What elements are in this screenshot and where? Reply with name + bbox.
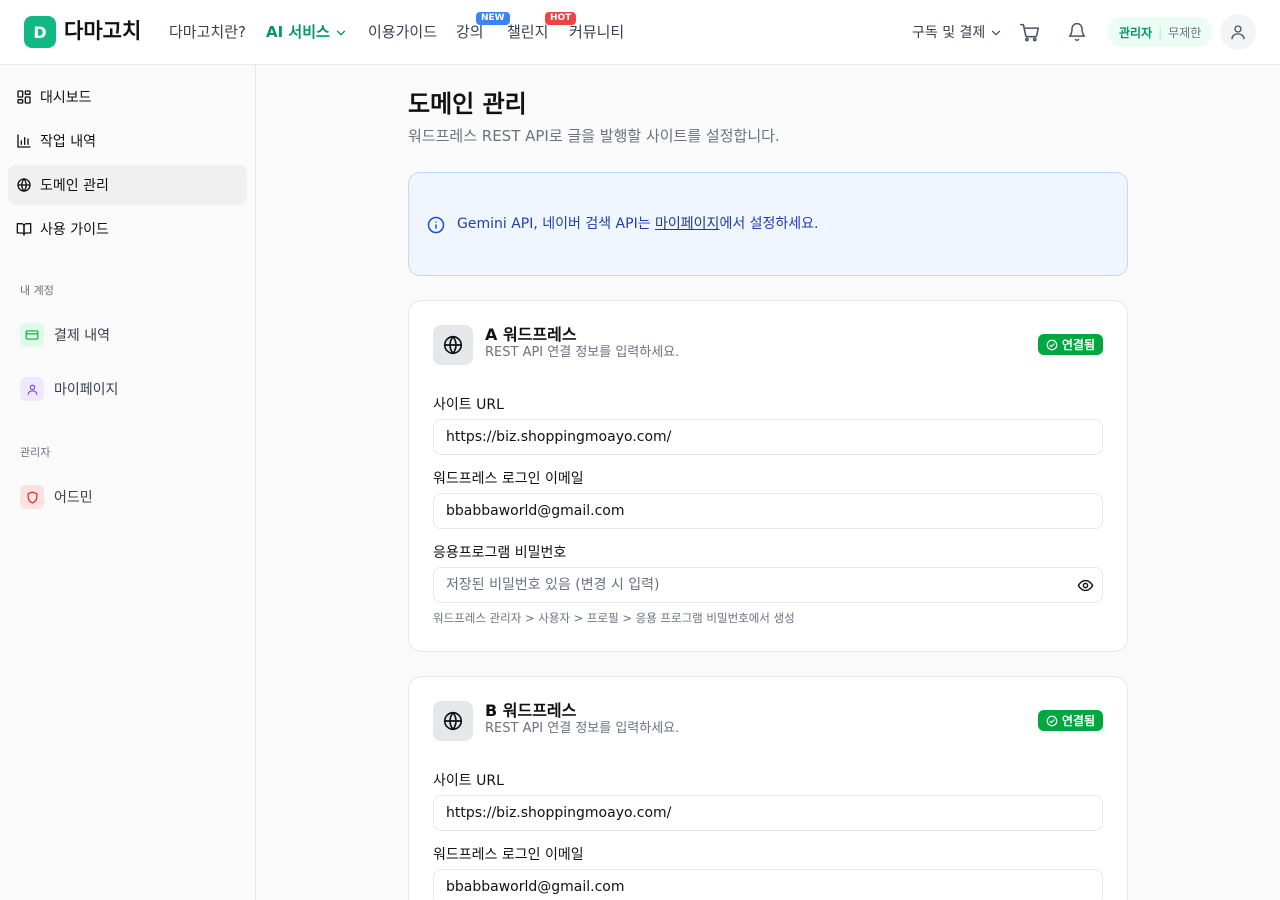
nav-challenge[interactable]: 챌린지 — [507, 21, 548, 43]
status-label: 연결됨 — [1061, 714, 1095, 728]
status-badge: 연결됨 — [1037, 334, 1103, 355]
cart-button[interactable] — [1017, 20, 1041, 44]
sidebar-item-dashboard[interactable]: 대시보드 — [8, 77, 247, 117]
sidebar-item-label: 사용 가이드 — [40, 222, 109, 238]
email-label: 워드프레스 로그인 이메일 — [433, 471, 584, 487]
bar-chart-icon — [17, 134, 31, 148]
app-password-label: 응용프로그램 비밀번호 — [433, 545, 567, 561]
card-description: REST API 연결 정보를 입력하세요. — [485, 721, 680, 736]
site-card-a: A 워드프레스 REST API 연결 정보를 입력하세요. 연결됨 사이트 U… — [408, 300, 1128, 652]
cart-icon — [1019, 23, 1039, 41]
plan-badge[interactable]: 관리자 | 무제한 — [1107, 17, 1214, 47]
site-url-label: 사이트 URL — [433, 397, 504, 413]
avatar[interactable] — [1220, 14, 1256, 50]
info-prefix: Gemini API, 네이버 검색 API는 — [457, 216, 656, 232]
sidebar-item-label: 결제 내역 — [54, 328, 110, 344]
app-password-input[interactable] — [433, 567, 1103, 603]
sidebar-item-label: 대시보드 — [40, 90, 92, 106]
password-hint: 워드프레스 관리자 > 사용자 > 프로필 > 응용 프로그램 비밀번호에서 생… — [433, 611, 795, 625]
subscription-menu[interactable]: 구독 및 결제 — [912, 22, 1003, 42]
nav-guide[interactable]: 이용가이드 — [368, 21, 437, 43]
section-label-account: 내 계정 — [20, 284, 54, 297]
dashboard-icon — [17, 90, 31, 104]
info-icon — [427, 216, 445, 234]
sidebar-item-label: 마이페이지 — [54, 382, 119, 398]
email-input[interactable] — [433, 869, 1103, 900]
shield-icon — [20, 485, 44, 509]
plan-limit: 무제한 — [1168, 25, 1202, 40]
chevron-down-icon — [992, 30, 1001, 36]
status-badge: 연결됨 — [1037, 710, 1103, 731]
check-circle-icon — [1046, 715, 1058, 726]
toggle-password-visibility-button[interactable] — [1067, 567, 1103, 603]
logo-badge[interactable]: D — [24, 16, 56, 48]
notification-button[interactable] — [1065, 20, 1089, 44]
globe-icon — [433, 325, 473, 365]
sidebar-item-label: 작업 내역 — [40, 134, 96, 150]
status-label: 연결됨 — [1061, 338, 1095, 352]
credit-card-icon — [20, 323, 44, 347]
user-icon — [1231, 25, 1245, 40]
nav-ai-service[interactable]: AI 서비스 — [266, 21, 348, 43]
check-circle-icon — [1046, 339, 1058, 350]
plan-role: 관리자 — [1119, 25, 1153, 40]
eye-icon — [1077, 579, 1093, 591]
globe-icon — [433, 701, 473, 741]
sidebar-item-mypage[interactable]: 마이페이지 — [20, 377, 118, 401]
user-icon — [20, 377, 44, 401]
email-label: 워드프레스 로그인 이메일 — [433, 847, 584, 863]
section-label-admin: 관리자 — [20, 446, 51, 459]
card-title: A 워드프레스 — [485, 325, 577, 344]
site-url-input[interactable] — [433, 795, 1103, 831]
card-title: B 워드프레스 — [485, 701, 577, 720]
plan-divider: | — [1158, 25, 1163, 39]
info-suffix: 에서 설정하세요. — [719, 216, 819, 232]
sidebar-item-label: 도메인 관리 — [40, 178, 109, 194]
page-title: 도메인 관리 — [408, 90, 527, 118]
brand-name[interactable]: 다마고치 — [64, 16, 141, 46]
email-input[interactable] — [433, 493, 1103, 529]
info-banner: Gemini API, 네이버 검색 API는 마이페이지에서 설정하세요. — [408, 172, 1128, 276]
book-icon — [16, 223, 32, 236]
sidebar-item-history[interactable]: 작업 내역 — [8, 121, 247, 161]
bell-icon — [1068, 22, 1086, 42]
mypage-link[interactable]: 마이페이지 — [655, 216, 719, 232]
sidebar: 대시보드 작업 내역 도메인 관리 사용 가이드 내 계정 결제 내역 마이페이… — [0, 65, 256, 900]
sidebar-item-guide[interactable]: 사용 가이드 — [8, 209, 247, 249]
new-badge: NEW — [476, 12, 510, 25]
page-subtitle: 워드프레스 REST API로 글을 발행할 사이트를 설정합니다. — [408, 127, 780, 145]
sidebar-item-domains[interactable]: 도메인 관리 — [8, 165, 247, 205]
nav-community[interactable]: 커뮤니티 — [569, 21, 624, 43]
site-url-input[interactable] — [433, 419, 1103, 455]
site-url-label: 사이트 URL — [433, 773, 504, 789]
sidebar-item-payments[interactable]: 결제 내역 — [20, 323, 110, 347]
sidebar-item-admin[interactable]: 어드민 — [20, 485, 93, 509]
nav-about[interactable]: 다마고치란? — [169, 21, 246, 43]
card-description: REST API 연결 정보를 입력하세요. — [485, 345, 680, 360]
top-navigation-bar: D 다마고치 다마고치란? AI 서비스 이용가이드 강의 NEW 챌린지 HO… — [0, 0, 1280, 65]
subscription-label: 구독 및 결제 — [912, 25, 986, 41]
chevron-down-icon — [336, 30, 345, 35]
nav-ai-service-label: AI 서비스 — [266, 23, 330, 41]
info-text: Gemini API, 네이버 검색 API는 마이페이지에서 설정하세요. — [457, 214, 819, 234]
sidebar-item-label: 어드민 — [54, 490, 93, 506]
site-card-b: B 워드프레스 REST API 연결 정보를 입력하세요. 연결됨 사이트 U… — [408, 676, 1128, 900]
globe-icon — [17, 177, 31, 193]
